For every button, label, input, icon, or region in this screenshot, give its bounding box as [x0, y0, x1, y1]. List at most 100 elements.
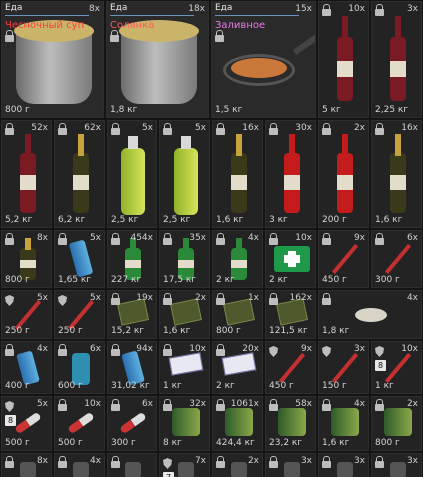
inventory-slot[interactable]: 3x 2,25 кг — [371, 1, 422, 118]
item-weight: 300 г — [111, 438, 136, 448]
item-weight: 250 г — [58, 326, 83, 336]
quick-slot-badge: 8 — [375, 360, 386, 371]
inventory-slot[interactable]: 1061x 424,4 кг — [212, 396, 263, 451]
inventory-slot[interactable]: 4x — [54, 453, 105, 477]
inventory-slot[interactable]: 3x — [318, 453, 369, 477]
inventory-slot[interactable]: 8x — [1, 453, 52, 477]
inventory-slot[interactable]: 7 7x — [159, 453, 210, 477]
lock-icon — [58, 344, 67, 357]
item-count: 8x — [88, 4, 100, 14]
inventory-slot[interactable]: 5x 2,5 кг — [107, 120, 157, 228]
inventory-slot[interactable]: 3x — [265, 453, 316, 477]
item-count: 6x — [89, 344, 101, 354]
ketchup-bottle-icon — [266, 121, 315, 227]
inventory-slot[interactable]: 62x 6,2 кг — [54, 120, 105, 228]
inventory-slot[interactable]: 2x 200 г — [318, 120, 369, 228]
lock-icon — [216, 399, 225, 412]
inventory-slot[interactable]: 19x 15,2 кг — [107, 290, 157, 339]
inventory-slot[interactable]: 454x 227 кг — [107, 230, 157, 288]
inventory-slot[interactable]: 10x 5 кг — [318, 1, 369, 118]
inventory-slot[interactable]: 5x 2,5 кг — [159, 120, 210, 228]
item-count: 62x — [84, 123, 101, 133]
item-weight: 450 г — [322, 275, 347, 285]
item-count: 3x — [353, 344, 365, 354]
inventory-slot[interactable]: 94x 31,02 кг — [107, 341, 157, 394]
inventory-slot[interactable]: 58x 23,2 кг — [265, 396, 316, 451]
lock-icon — [269, 293, 278, 306]
inventory-slot[interactable]: 5x 1,65 кг — [54, 230, 105, 288]
inventory-slot[interactable]: 35x 17,5 кг — [159, 230, 210, 288]
inventory-slot[interactable]: 8 5x 500 г — [1, 396, 52, 451]
inventory-slot[interactable] — [107, 453, 157, 477]
inventory-slot[interactable]: 162x 121,5 кг — [265, 290, 316, 339]
item-count: 7x — [194, 456, 206, 466]
inventory-slot[interactable]: 2x 800 г — [371, 396, 422, 451]
item-weight: 5 кг — [322, 105, 341, 115]
inventory-slot[interactable]: 3x 150 г — [318, 341, 369, 394]
item-count: 18x — [188, 4, 205, 14]
item-weight: 23,2 кг — [269, 438, 303, 448]
inventory-slot[interactable]: 5x 250 г — [54, 290, 105, 339]
item-weight: 500 г — [5, 438, 30, 448]
item-count: 2x — [247, 456, 259, 466]
item-weight: 2,5 кг — [163, 215, 191, 225]
item-weight: 17,5 кг — [163, 275, 197, 285]
inventory-slot[interactable]: 2x 1,6 кг — [159, 290, 210, 339]
item-count: 1x — [247, 293, 259, 303]
lock-icon — [111, 123, 120, 136]
item-weight: 200 г — [322, 215, 347, 225]
item-count: 16x — [242, 123, 259, 133]
inventory-slot[interactable]: 2x — [212, 453, 263, 477]
inventory-slot[interactable]: 6x 600 г — [54, 341, 105, 394]
inventory-slot[interactable]: 9x 450 г — [265, 341, 316, 394]
item-weight: 1,5 кг — [215, 105, 243, 115]
inventory-slot[interactable]: Еда Солянка 18x 1,8 кг — [106, 1, 209, 118]
inventory-slot[interactable]: 3x — [371, 453, 422, 477]
lock-icon — [375, 399, 384, 412]
inventory-slot[interactable]: 4x 2 кг — [212, 230, 263, 288]
item-count: 10x — [348, 4, 365, 14]
item-weight: 150 г — [322, 381, 347, 391]
item-weight: 1,6 кг — [216, 215, 244, 225]
item-count: 5x — [89, 233, 101, 243]
inventory-slot[interactable]: 32x 8 кг — [159, 396, 210, 451]
lock-icon — [111, 344, 120, 357]
inventory-slot[interactable]: 1x 800 г — [212, 290, 263, 339]
inventory-slot[interactable]: 8 10x 1 кг — [371, 341, 422, 394]
wine-bottle-icon — [372, 2, 421, 117]
inventory-slot[interactable]: 16x 1,6 кг — [371, 120, 422, 228]
inventory-slot[interactable]: 8x 800 г — [1, 230, 52, 288]
inventory-slot[interactable]: 20x 2 кг — [212, 341, 263, 394]
lock-icon — [216, 233, 225, 246]
item-weight: 6,2 кг — [58, 215, 86, 225]
item-count: 8x — [36, 456, 48, 466]
inventory-slot[interactable]: 5x 250 г — [1, 290, 52, 339]
inventory-slot[interactable]: 4x 400 г — [1, 341, 52, 394]
inventory-slot[interactable]: 10x 1 кг — [159, 341, 210, 394]
quick-slot-badge: 7 — [163, 472, 174, 477]
item-count: 162x — [289, 293, 312, 303]
category-label: Еда — [5, 3, 23, 13]
inventory-slot[interactable]: 9x 450 г — [318, 230, 369, 288]
item-count: 5x — [194, 123, 206, 133]
category-underline — [215, 15, 299, 16]
inventory-slot[interactable]: 10x 2 кг — [265, 230, 316, 288]
inventory-slot[interactable]: 30x 3 кг — [265, 120, 316, 228]
inventory-slot[interactable]: 16x 1,6 кг — [212, 120, 263, 228]
lock-icon — [375, 233, 384, 246]
inventory-slot[interactable]: Еда Заливное 15x 1,5 кг — [211, 1, 316, 118]
lock-icon — [322, 123, 331, 136]
inventory-slot[interactable]: 4x 1,8 кг — [318, 290, 422, 339]
inventory-slot[interactable]: 10x 500 г — [54, 396, 105, 451]
inventory-slot[interactable]: 6x 300 г — [371, 230, 422, 288]
inventory-slot[interactable]: Еда Чесночный суп 8x 800 г — [1, 1, 104, 118]
inventory-slot[interactable]: 4x 1,6 кг — [318, 396, 369, 451]
item-weight: 1,6 кг — [322, 438, 350, 448]
item-name: Чесночный суп — [5, 20, 85, 31]
inventory-slot[interactable]: 52x 5,2 кг — [1, 120, 52, 228]
plastic-bottle-icon — [160, 121, 209, 227]
item-weight: 2 кг — [269, 275, 288, 285]
item-count: 20x — [242, 344, 259, 354]
lock-icon — [163, 123, 172, 136]
inventory-slot[interactable]: 6x 300 г — [107, 396, 157, 451]
